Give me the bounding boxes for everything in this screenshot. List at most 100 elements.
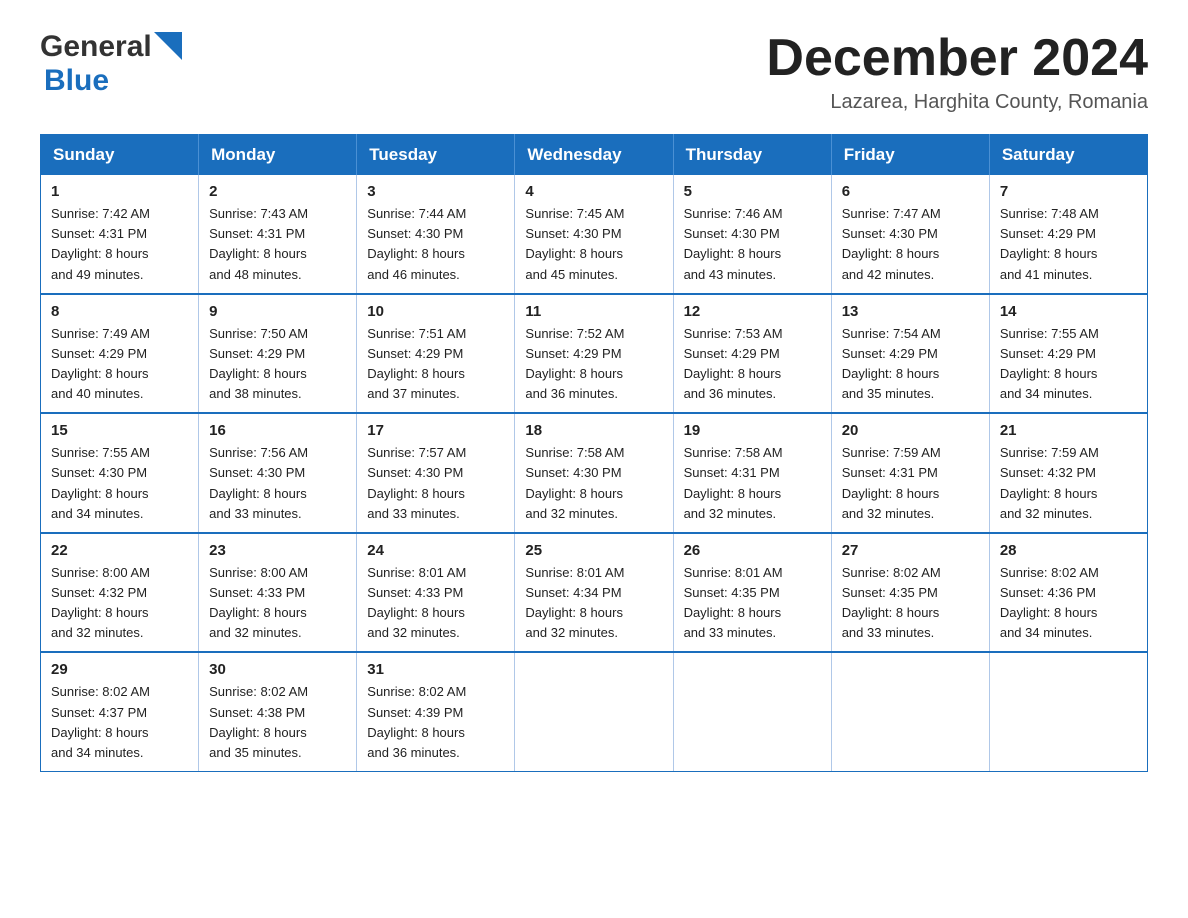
calendar-cell <box>831 652 989 771</box>
day-info: Sunrise: 7:58 AMSunset: 4:31 PMDaylight:… <box>684 443 821 524</box>
day-info: Sunrise: 8:02 AMSunset: 4:37 PMDaylight:… <box>51 682 188 763</box>
day-number: 9 <box>209 303 346 320</box>
calendar-week-3: 15 Sunrise: 7:55 AMSunset: 4:30 PMDayligh… <box>41 413 1148 533</box>
calendar-cell: 9 Sunrise: 7:50 AMSunset: 4:29 PMDaylight… <box>199 294 357 414</box>
calendar-cell <box>515 652 673 771</box>
calendar-cell: 4Sunrise: 7:45 AMSunset: 4:30 PMDaylight… <box>515 175 673 294</box>
day-info: Sunrise: 7:53 AMSunset: 4:29 PMDaylight:… <box>684 324 821 405</box>
day-number: 15 <box>51 422 188 439</box>
calendar-cell: 6 Sunrise: 7:47 AMSunset: 4:30 PMDaylight… <box>831 175 989 294</box>
day-number: 12 <box>684 303 821 320</box>
day-number: 11 <box>525 303 662 320</box>
calendar-cell: 21 Sunrise: 7:59 AMSunset: 4:32 PMDayligh… <box>989 413 1147 533</box>
day-info: Sunrise: 7:54 AMSunset: 4:29 PMDaylight:… <box>842 324 979 405</box>
day-info: Sunrise: 7:59 AMSunset: 4:31 PMDaylight:… <box>842 443 979 524</box>
day-number: 7 <box>1000 183 1137 200</box>
calendar-cell: 14 Sunrise: 7:55 AMSunset: 4:29 PMDayligh… <box>989 294 1147 414</box>
day-info: Sunrise: 7:59 AMSunset: 4:32 PMDaylight:… <box>1000 443 1137 524</box>
calendar-cell: 27 Sunrise: 8:02 AMSunset: 4:35 PMDayligh… <box>831 533 989 653</box>
calendar-cell: 17Sunrise: 7:57 AMSunset: 4:30 PMDayligh… <box>357 413 515 533</box>
calendar-cell: 15 Sunrise: 7:55 AMSunset: 4:30 PMDayligh… <box>41 413 199 533</box>
day-info: Sunrise: 7:47 AMSunset: 4:30 PMDaylight:… <box>842 204 979 285</box>
day-number: 24 <box>367 542 504 559</box>
day-number: 20 <box>842 422 979 439</box>
day-number: 23 <box>209 542 346 559</box>
day-header-saturday: Saturday <box>989 135 1147 176</box>
day-info: Sunrise: 7:43 AMSunset: 4:31 PMDaylight:… <box>209 204 346 285</box>
day-info: Sunrise: 7:57 AMSunset: 4:30 PMDaylight:… <box>367 443 504 524</box>
day-header-monday: Monday <box>199 135 357 176</box>
calendar-week-5: 29 Sunrise: 8:02 AMSunset: 4:37 PMDayligh… <box>41 652 1148 771</box>
day-number: 6 <box>842 183 979 200</box>
day-number: 3 <box>367 183 504 200</box>
day-header-wednesday: Wednesday <box>515 135 673 176</box>
calendar-cell: 28 Sunrise: 8:02 AMSunset: 4:36 PMDayligh… <box>989 533 1147 653</box>
month-title: December 2024 <box>766 30 1148 87</box>
day-info: Sunrise: 7:46 AMSunset: 4:30 PMDaylight:… <box>684 204 821 285</box>
day-info: Sunrise: 7:45 AMSunset: 4:30 PMDaylight:… <box>525 204 662 285</box>
page-header: General Blue December 2024 Lazarea, Harg… <box>40 30 1148 114</box>
day-header-thursday: Thursday <box>673 135 831 176</box>
day-info: Sunrise: 7:48 AMSunset: 4:29 PMDaylight:… <box>1000 204 1137 285</box>
calendar-cell: 30 Sunrise: 8:02 AMSunset: 4:38 PMDayligh… <box>199 652 357 771</box>
calendar-table: SundayMondayTuesdayWednesdayThursdayFrid… <box>40 134 1148 772</box>
day-number: 31 <box>367 661 504 678</box>
calendar-cell: 24 Sunrise: 8:01 AMSunset: 4:33 PMDayligh… <box>357 533 515 653</box>
calendar-header: SundayMondayTuesdayWednesdayThursdayFrid… <box>41 135 1148 176</box>
day-number: 29 <box>51 661 188 678</box>
calendar-cell: 10 Sunrise: 7:51 AMSunset: 4:29 PMDayligh… <box>357 294 515 414</box>
day-info: Sunrise: 8:02 AMSunset: 4:35 PMDaylight:… <box>842 563 979 644</box>
day-info: Sunrise: 8:02 AMSunset: 4:38 PMDaylight:… <box>209 682 346 763</box>
day-info: Sunrise: 7:56 AMSunset: 4:30 PMDaylight:… <box>209 443 346 524</box>
day-info: Sunrise: 7:55 AMSunset: 4:30 PMDaylight:… <box>51 443 188 524</box>
day-number: 21 <box>1000 422 1137 439</box>
day-info: Sunrise: 7:44 AMSunset: 4:30 PMDaylight:… <box>367 204 504 285</box>
day-number: 5 <box>684 183 821 200</box>
calendar-cell: 20 Sunrise: 7:59 AMSunset: 4:31 PMDayligh… <box>831 413 989 533</box>
day-number: 18 <box>525 422 662 439</box>
day-info: Sunrise: 7:42 AMSunset: 4:31 PMDaylight:… <box>51 204 188 285</box>
location-title: Lazarea, Harghita County, Romania <box>766 91 1148 114</box>
day-info: Sunrise: 7:55 AMSunset: 4:29 PMDaylight:… <box>1000 324 1137 405</box>
day-number: 25 <box>525 542 662 559</box>
logo-triangle-icon <box>154 32 182 60</box>
day-info: Sunrise: 8:02 AMSunset: 4:36 PMDaylight:… <box>1000 563 1137 644</box>
day-info: Sunrise: 8:01 AMSunset: 4:35 PMDaylight:… <box>684 563 821 644</box>
calendar-cell: 18Sunrise: 7:58 AMSunset: 4:30 PMDayligh… <box>515 413 673 533</box>
calendar-body: 1Sunrise: 7:42 AMSunset: 4:31 PMDaylight… <box>41 175 1148 771</box>
calendar-cell: 8 Sunrise: 7:49 AMSunset: 4:29 PMDaylight… <box>41 294 199 414</box>
day-number: 26 <box>684 542 821 559</box>
calendar-cell: 25Sunrise: 8:01 AMSunset: 4:34 PMDayligh… <box>515 533 673 653</box>
day-info: Sunrise: 7:49 AMSunset: 4:29 PMDaylight:… <box>51 324 188 405</box>
calendar-cell <box>989 652 1147 771</box>
logo: General Blue <box>40 30 182 98</box>
day-info: Sunrise: 8:00 AMSunset: 4:32 PMDaylight:… <box>51 563 188 644</box>
day-number: 30 <box>209 661 346 678</box>
logo-blue-text: Blue <box>44 64 109 98</box>
title-block: December 2024 Lazarea, Harghita County, … <box>766 30 1148 114</box>
day-number: 19 <box>684 422 821 439</box>
day-info: Sunrise: 7:50 AMSunset: 4:29 PMDaylight:… <box>209 324 346 405</box>
day-number: 2 <box>209 183 346 200</box>
day-number: 16 <box>209 422 346 439</box>
day-number: 10 <box>367 303 504 320</box>
day-number: 14 <box>1000 303 1137 320</box>
day-info: Sunrise: 7:52 AMSunset: 4:29 PMDaylight:… <box>525 324 662 405</box>
day-number: 28 <box>1000 542 1137 559</box>
day-headers-row: SundayMondayTuesdayWednesdayThursdayFrid… <box>41 135 1148 176</box>
day-info: Sunrise: 8:00 AMSunset: 4:33 PMDaylight:… <box>209 563 346 644</box>
calendar-cell: 29 Sunrise: 8:02 AMSunset: 4:37 PMDayligh… <box>41 652 199 771</box>
day-info: Sunrise: 8:02 AMSunset: 4:39 PMDaylight:… <box>367 682 504 763</box>
day-info: Sunrise: 8:01 AMSunset: 4:33 PMDaylight:… <box>367 563 504 644</box>
day-number: 27 <box>842 542 979 559</box>
day-header-tuesday: Tuesday <box>357 135 515 176</box>
calendar-cell: 2 Sunrise: 7:43 AMSunset: 4:31 PMDaylight… <box>199 175 357 294</box>
calendar-week-2: 8 Sunrise: 7:49 AMSunset: 4:29 PMDaylight… <box>41 294 1148 414</box>
calendar-cell: 1Sunrise: 7:42 AMSunset: 4:31 PMDaylight… <box>41 175 199 294</box>
calendar-cell <box>673 652 831 771</box>
day-info: Sunrise: 7:51 AMSunset: 4:29 PMDaylight:… <box>367 324 504 405</box>
calendar-cell: 12 Sunrise: 7:53 AMSunset: 4:29 PMDayligh… <box>673 294 831 414</box>
day-number: 13 <box>842 303 979 320</box>
calendar-cell: 13 Sunrise: 7:54 AMSunset: 4:29 PMDayligh… <box>831 294 989 414</box>
day-number: 8 <box>51 303 188 320</box>
